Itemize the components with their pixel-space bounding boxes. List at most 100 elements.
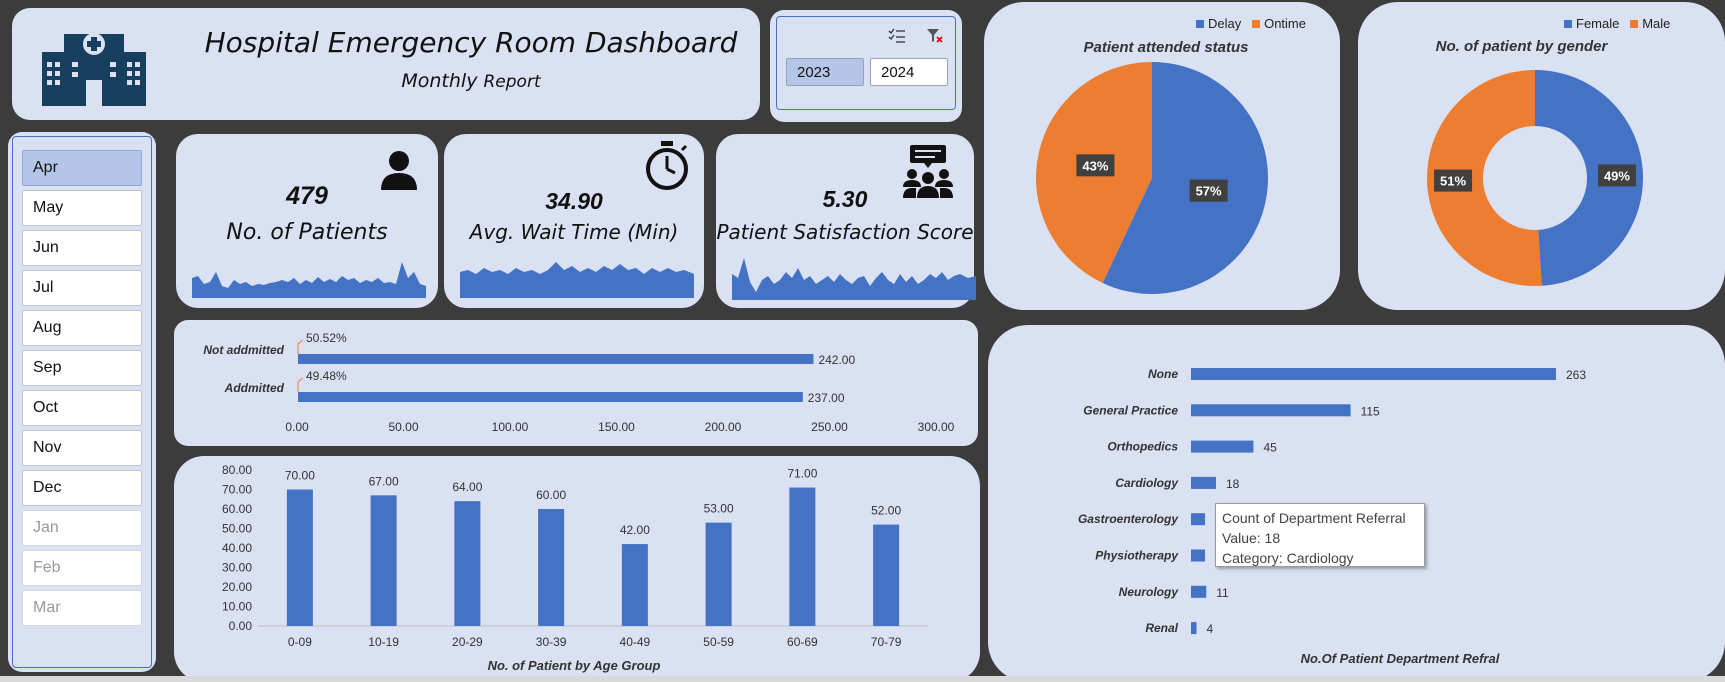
department-bar[interactable] bbox=[1191, 476, 1216, 489]
age-bar[interactable] bbox=[454, 501, 481, 626]
age-bar[interactable] bbox=[873, 524, 900, 626]
month-button-mar[interactable]: Mar bbox=[22, 590, 142, 626]
admission-x-tick: 150.00 bbox=[598, 420, 635, 434]
clear-filter-icon[interactable] bbox=[926, 28, 944, 44]
department-bar[interactable] bbox=[1191, 585, 1207, 598]
legend-swatch-ontime bbox=[1252, 20, 1261, 28]
month-button-nov[interactable]: Nov bbox=[22, 430, 142, 466]
chart-tooltip: Count of Department Referral Value: 18 C… bbox=[1215, 503, 1425, 567]
age-value-label: 71.00 bbox=[787, 467, 817, 481]
month-button-jul[interactable]: Jul bbox=[22, 270, 142, 306]
dashboard-title: Hospital Emergency Room Dashboard bbox=[204, 26, 738, 59]
kpi-satisfaction-card: 5.30 Patient Satisfaction Score bbox=[716, 134, 976, 308]
age-y-tick: 20.00 bbox=[222, 580, 252, 594]
tooltip-series: Count of Department Referral bbox=[1222, 510, 1406, 526]
department-category-label: Physiotherapy bbox=[1095, 549, 1179, 563]
department-category-label: Gastroenterology bbox=[1078, 512, 1179, 526]
pie-label-female: 49% bbox=[1604, 168, 1630, 183]
department-value-label: 45 bbox=[1263, 441, 1277, 455]
sheet-tab-strip bbox=[0, 676, 1725, 682]
age-value-label: 60.00 bbox=[536, 488, 566, 502]
department-bar[interactable] bbox=[1191, 440, 1254, 453]
admission-card: Not addmitted 242.00 50.52% Addmitted 237.00… bbox=[174, 320, 978, 446]
year-button-2024[interactable]: 2024 bbox=[870, 58, 948, 86]
department-bar[interactable] bbox=[1191, 622, 1197, 635]
admission-x-tick: 200.00 bbox=[705, 420, 742, 434]
patients-label: No. of Patients bbox=[226, 220, 388, 245]
legend-swatch-male bbox=[1630, 20, 1639, 28]
pie-label-delay: 57% bbox=[1196, 184, 1222, 199]
month-button-dec[interactable]: Dec bbox=[22, 470, 142, 506]
department-value-label: 18 bbox=[1226, 477, 1240, 491]
wait-sparkline bbox=[460, 262, 694, 298]
gender-chart-title: No. of patient by gender bbox=[1435, 38, 1608, 55]
patients-value: 479 bbox=[286, 182, 328, 210]
year-button-2023[interactable]: 2023 bbox=[786, 58, 864, 86]
age-bar[interactable] bbox=[705, 522, 732, 626]
admission-x-tick: 100.00 bbox=[492, 420, 529, 434]
age-y-tick: 60.00 bbox=[222, 502, 252, 516]
age-value-label: 42.00 bbox=[620, 523, 650, 537]
age-group-card: 0.00 10.00 20.00 30.00 40.00 50.00 60.00 70.00 8… bbox=[174, 456, 980, 682]
admission-bar[interactable] bbox=[298, 392, 803, 402]
admission-x-tick: 50.00 bbox=[388, 420, 418, 434]
patients-sparkline bbox=[192, 262, 426, 298]
month-button-jun[interactable]: Jun bbox=[22, 230, 142, 266]
kpi-wait-card: 34.90 Avg. Wait Time (Min) bbox=[444, 134, 704, 308]
stopwatch-icon bbox=[646, 141, 688, 190]
department-category-label: None bbox=[1148, 367, 1178, 381]
age-category-label: 50-59 bbox=[703, 635, 734, 649]
wait-label: Avg. Wait Time (Min) bbox=[469, 220, 679, 244]
month-button-apr[interactable]: Apr bbox=[22, 150, 142, 186]
month-button-jan[interactable]: Jan bbox=[22, 510, 142, 546]
age-bar[interactable] bbox=[538, 509, 565, 626]
department-bar[interactable] bbox=[1191, 513, 1205, 526]
age-value-label: 64.00 bbox=[452, 480, 482, 494]
department-bar[interactable] bbox=[1191, 549, 1205, 562]
attended-pie-chart: 57% 43% bbox=[1036, 62, 1268, 294]
age-bar[interactable] bbox=[621, 544, 648, 626]
age-category-label: 40-49 bbox=[620, 635, 651, 649]
admission-value-label: 242.00 bbox=[818, 353, 855, 367]
month-button-oct[interactable]: Oct bbox=[22, 390, 142, 426]
age-y-tick: 70.00 bbox=[222, 483, 252, 497]
age-y-tick: 80.00 bbox=[222, 463, 252, 477]
legend-delay: Delay bbox=[1208, 16, 1242, 31]
month-button-feb[interactable]: Feb bbox=[22, 550, 142, 586]
month-button-sep[interactable]: Sep bbox=[22, 350, 142, 386]
month-button-aug[interactable]: Aug bbox=[22, 310, 142, 346]
admission-leader-line bbox=[297, 377, 304, 392]
age-y-tick: 30.00 bbox=[222, 561, 252, 575]
admission-bar[interactable] bbox=[298, 354, 814, 364]
admission-category-label: Addmitted bbox=[224, 381, 285, 395]
age-bar[interactable] bbox=[286, 489, 313, 627]
month-button-may[interactable]: May bbox=[22, 190, 142, 226]
age-bar[interactable] bbox=[789, 487, 816, 626]
title-card: Hospital Emergency Room Dashboard Monthl… bbox=[12, 8, 760, 120]
attended-chart-title: Patient attended status bbox=[1083, 39, 1249, 56]
admission-x-tick: 300.00 bbox=[918, 420, 955, 434]
age-category-label: 10-19 bbox=[368, 635, 399, 649]
gender-legend: Female Male bbox=[1564, 16, 1670, 31]
department-bar[interactable] bbox=[1191, 368, 1556, 380]
department-bar[interactable] bbox=[1191, 404, 1351, 417]
admission-leader-line bbox=[297, 339, 304, 354]
year-slicer: 2023 2024 bbox=[770, 10, 962, 122]
satisfaction-label: Patient Satisfaction Score bbox=[716, 220, 974, 244]
month-slicer: Apr May Jun Jul Aug Sep Oct Nov Dec Jan Feb Mar bbox=[8, 132, 156, 672]
tooltip-category: Category: Cardiology bbox=[1222, 550, 1354, 566]
gender-donut-chart: 49% 51% bbox=[1426, 70, 1643, 286]
age-y-tick: 40.00 bbox=[222, 541, 252, 555]
multi-select-icon[interactable] bbox=[888, 28, 906, 44]
age-value-label: 70.00 bbox=[285, 469, 315, 483]
admission-value-label: 237.00 bbox=[808, 391, 845, 405]
gender-card: Female Male No. of patient by gender 49%… bbox=[1358, 2, 1725, 310]
age-bar[interactable] bbox=[370, 495, 397, 626]
satisfaction-value: 5.30 bbox=[822, 186, 868, 212]
age-category-label: 70-79 bbox=[871, 635, 902, 649]
department-value-label: 4 bbox=[1207, 622, 1214, 636]
age-chart-title: No. of Patient by Age Group bbox=[488, 658, 661, 673]
wait-value: 34.90 bbox=[545, 188, 603, 214]
admission-pct-label: 50.52% bbox=[306, 331, 347, 345]
legend-swatch-delay bbox=[1196, 20, 1204, 28]
